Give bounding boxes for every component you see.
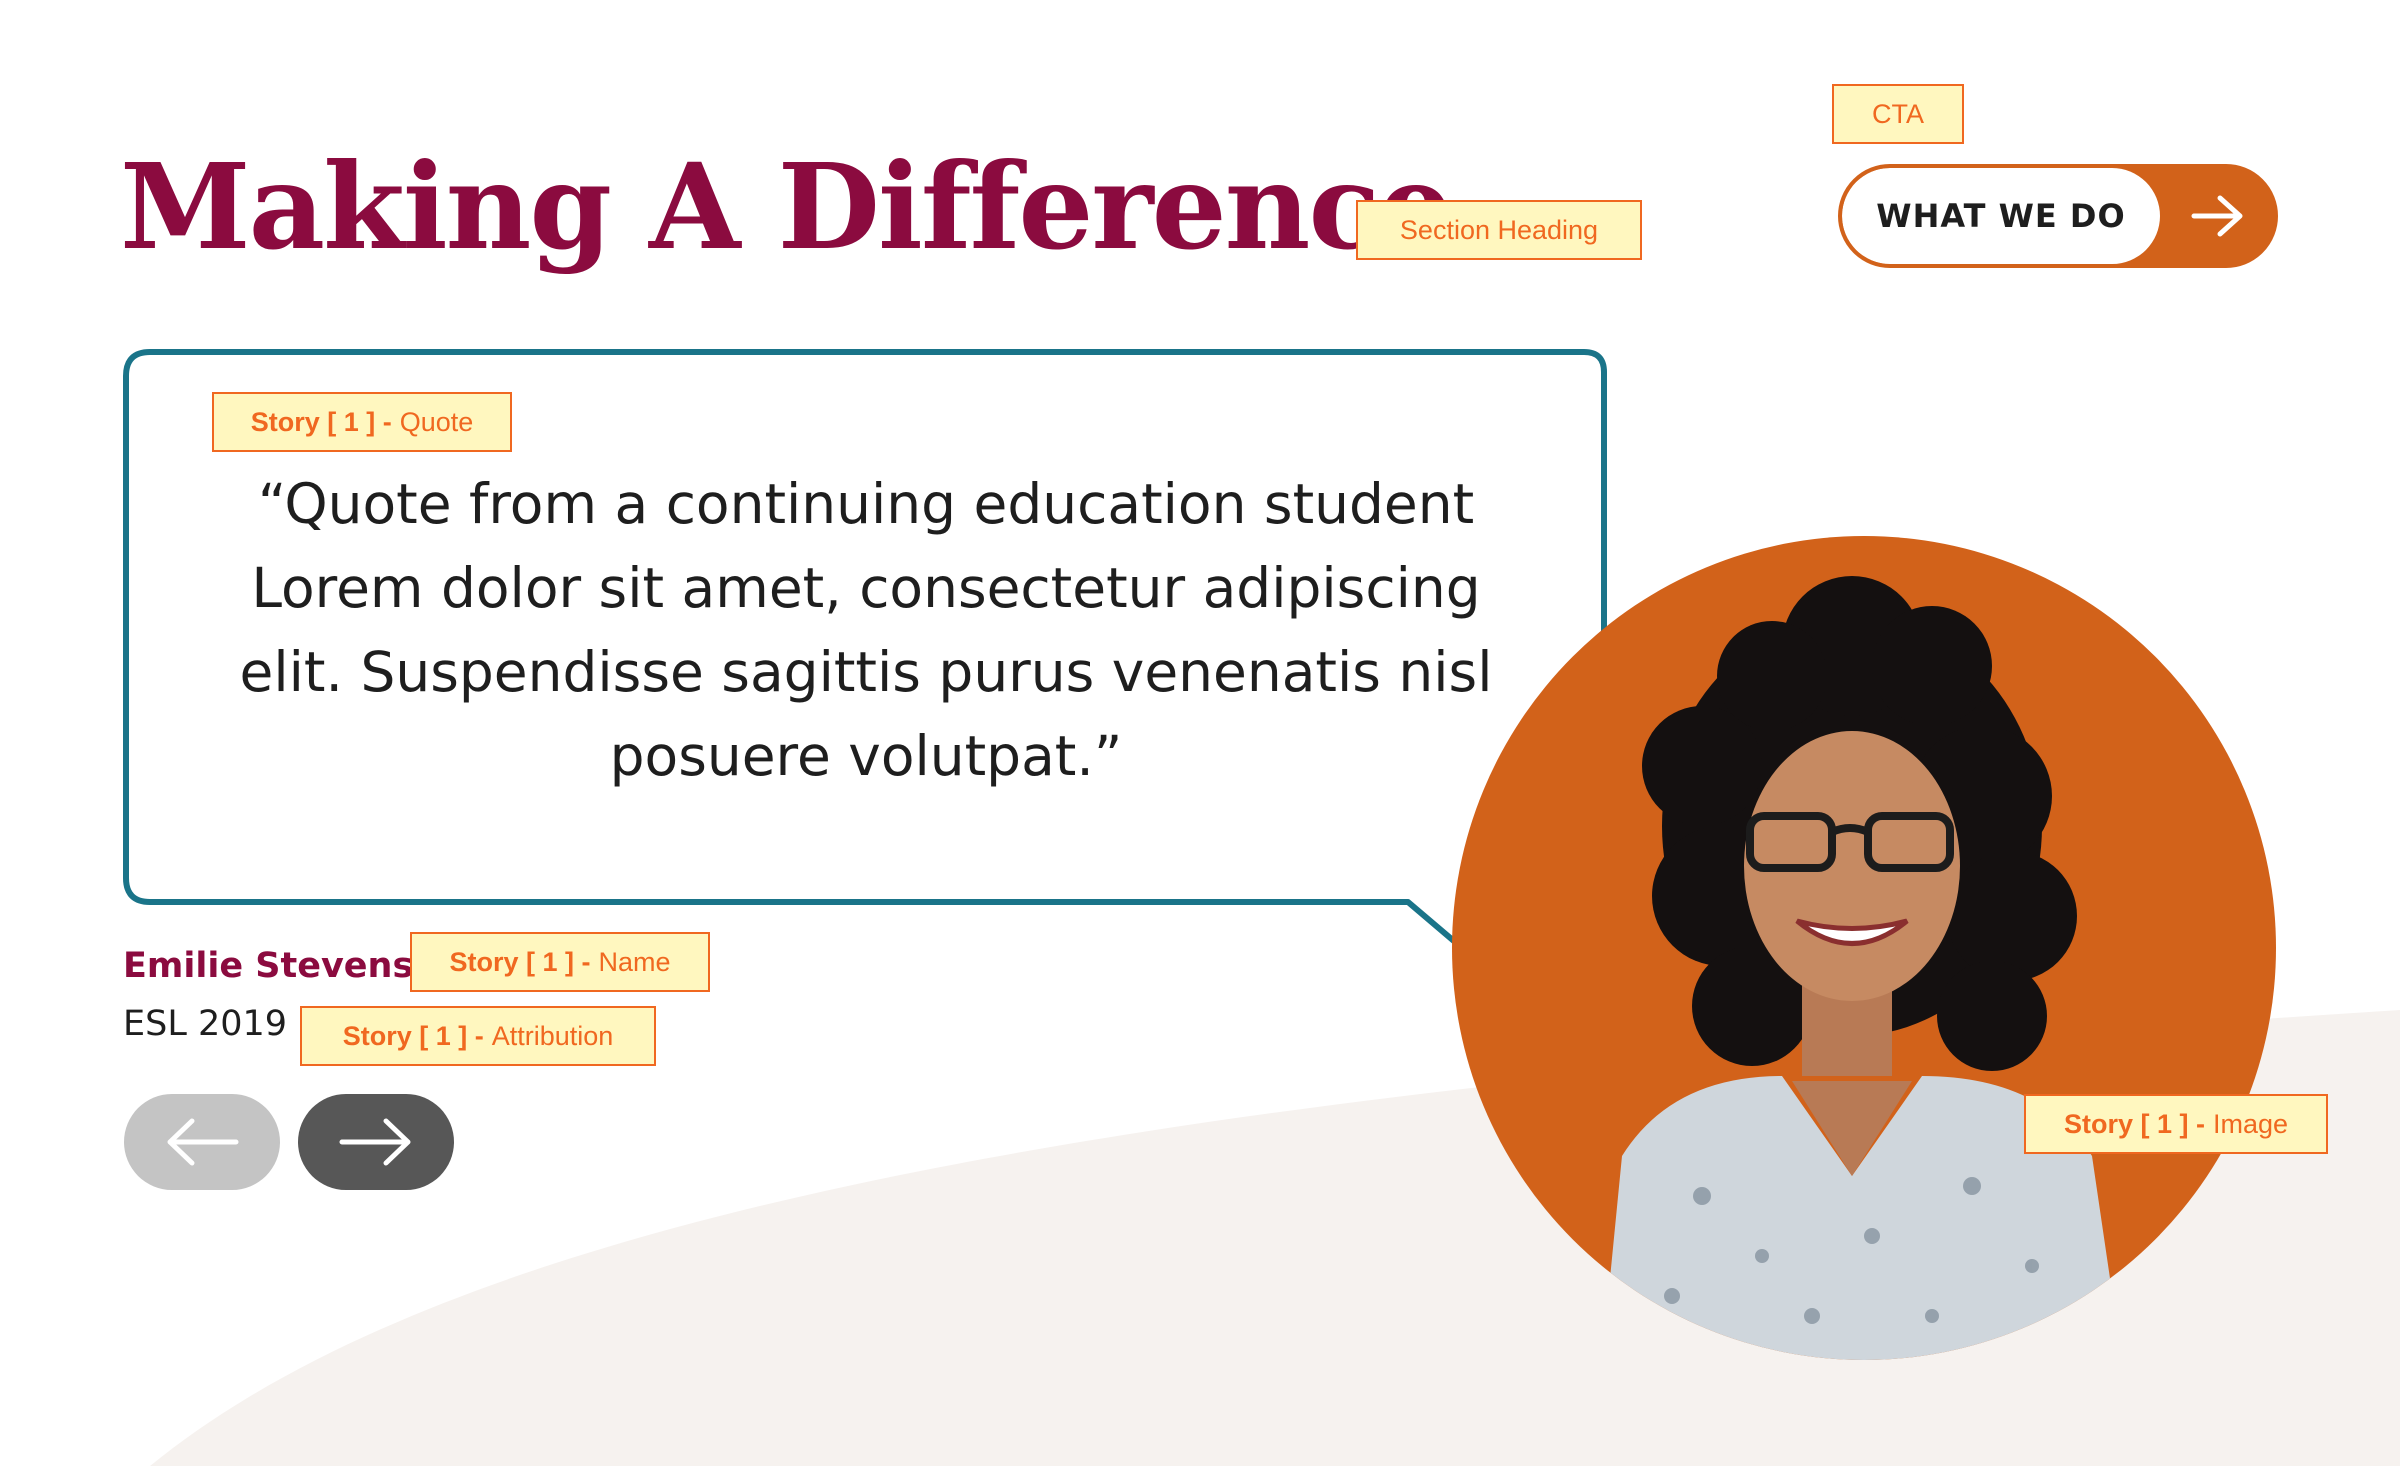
annotation-cta: CTA [1832, 84, 1964, 144]
story-quote: “Quote from a continuing education stude… [239, 472, 1493, 788]
story-name: Emilie Stevens [123, 946, 414, 986]
annotation-story-quote: Story [ 1 ] - Quote [212, 392, 512, 452]
annotation-section-heading: Section Heading [1356, 200, 1642, 260]
student-portrait [1602, 576, 2122, 1360]
annotation-story-attribution: Story [ 1 ] - Attribution [300, 1006, 656, 1066]
arrow-right-icon [339, 1118, 411, 1166]
next-story-button[interactable] [298, 1094, 454, 1190]
annotation-story-image: Story [ 1 ] - Image [2024, 1094, 2328, 1154]
story-image [1452, 536, 2276, 1360]
arrow-left-icon [167, 1118, 239, 1166]
previous-story-button[interactable] [124, 1094, 280, 1190]
annotation-story-name: Story [ 1 ] - Name [410, 932, 710, 992]
story-attribution: ESL 2019 [123, 1004, 288, 1044]
